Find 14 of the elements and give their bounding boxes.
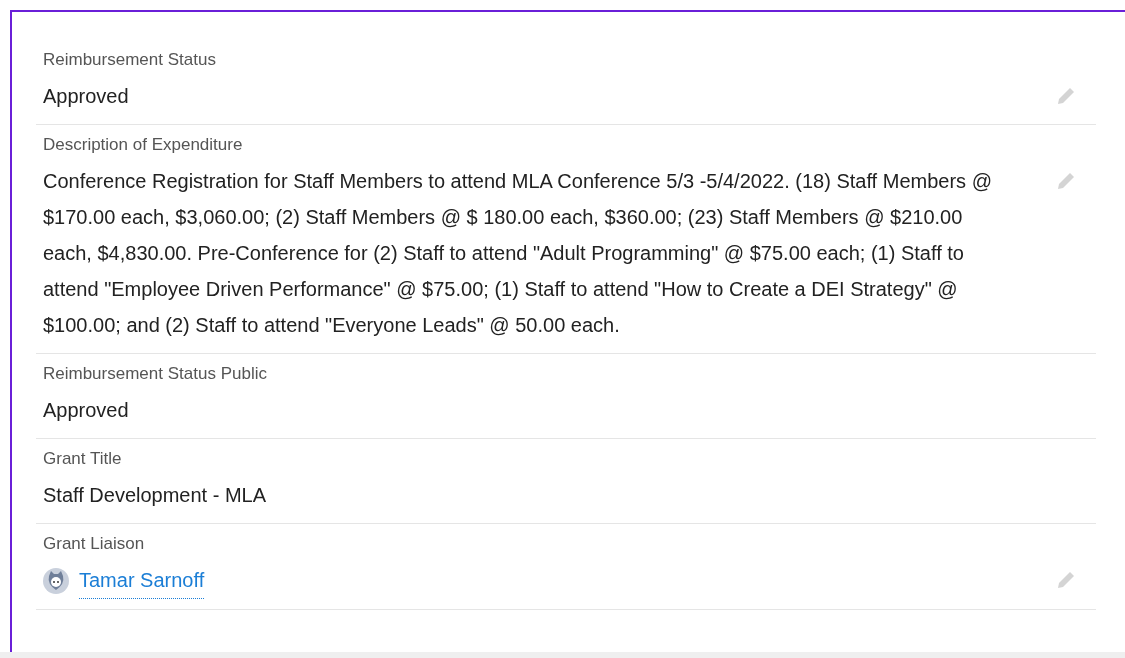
avatar-icon — [43, 567, 69, 594]
field-label: Reimbursement Status — [43, 49, 217, 71]
field-value: Approved — [43, 398, 130, 423]
edit-pencil-icon[interactable] — [1055, 569, 1077, 591]
field-value: Staff Development - MLA — [43, 483, 268, 508]
field-label: Reimbursement Status Public — [43, 363, 268, 385]
edit-pencil-icon[interactable] — [1055, 85, 1077, 107]
field-value: Conference Registration for Staff Members to attend MLA Conference 5/3 -5/4/2022. (18) Staff Members @ $170.00 each, $3,060.00; (2) Staff Members @ $ 180.00 each, $360.00; (23) Staff Members @ $210.00 each, $4,830.00. Pre-Conference for (2) Staff to attend "Adult Programming" @ $75.00 each; (1) Staff to attend "Employee Driven Performance" @ $75.00; (1) Staff to attend "How to Create a DEI Strategy" @ $100.00; and (2) Staff to attend "Everyone Leads" @ 50.00 each. — [43, 169, 993, 338]
user-link[interactable]: Tamar Sarnoff — [79, 562, 205, 599]
field-label: Grant Title — [43, 448, 123, 470]
edit-pencil-icon[interactable] — [1055, 170, 1077, 192]
field-value: Approved — [43, 84, 130, 109]
field-label: Grant Liaison — [43, 533, 146, 555]
field-label: Description of Expenditure — [43, 134, 244, 156]
